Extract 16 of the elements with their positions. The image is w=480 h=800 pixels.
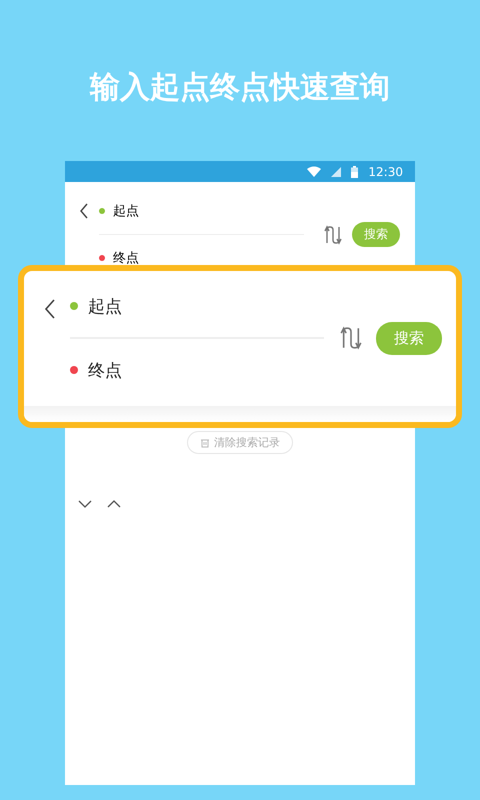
end-field[interactable]: 终点 (88, 358, 122, 382)
status-time: 12:30 (368, 164, 403, 178)
swap-icon[interactable] (340, 325, 362, 351)
back-icon[interactable] (79, 203, 89, 219)
battery-icon (351, 166, 358, 178)
wifi-icon (307, 166, 322, 177)
trash-icon (200, 438, 210, 448)
start-field[interactable]: 起点 (113, 204, 139, 218)
chevron-down-icon[interactable] (78, 500, 92, 508)
swap-icon[interactable] (324, 224, 342, 244)
chevron-up-icon[interactable] (107, 500, 121, 508)
start-field[interactable]: 起点 (88, 294, 122, 318)
headline: 输入起点终点快速查询 (90, 69, 390, 107)
back-icon[interactable] (44, 299, 56, 319)
end-field[interactable]: 终点 (113, 252, 139, 264)
signal-icon (331, 166, 342, 176)
